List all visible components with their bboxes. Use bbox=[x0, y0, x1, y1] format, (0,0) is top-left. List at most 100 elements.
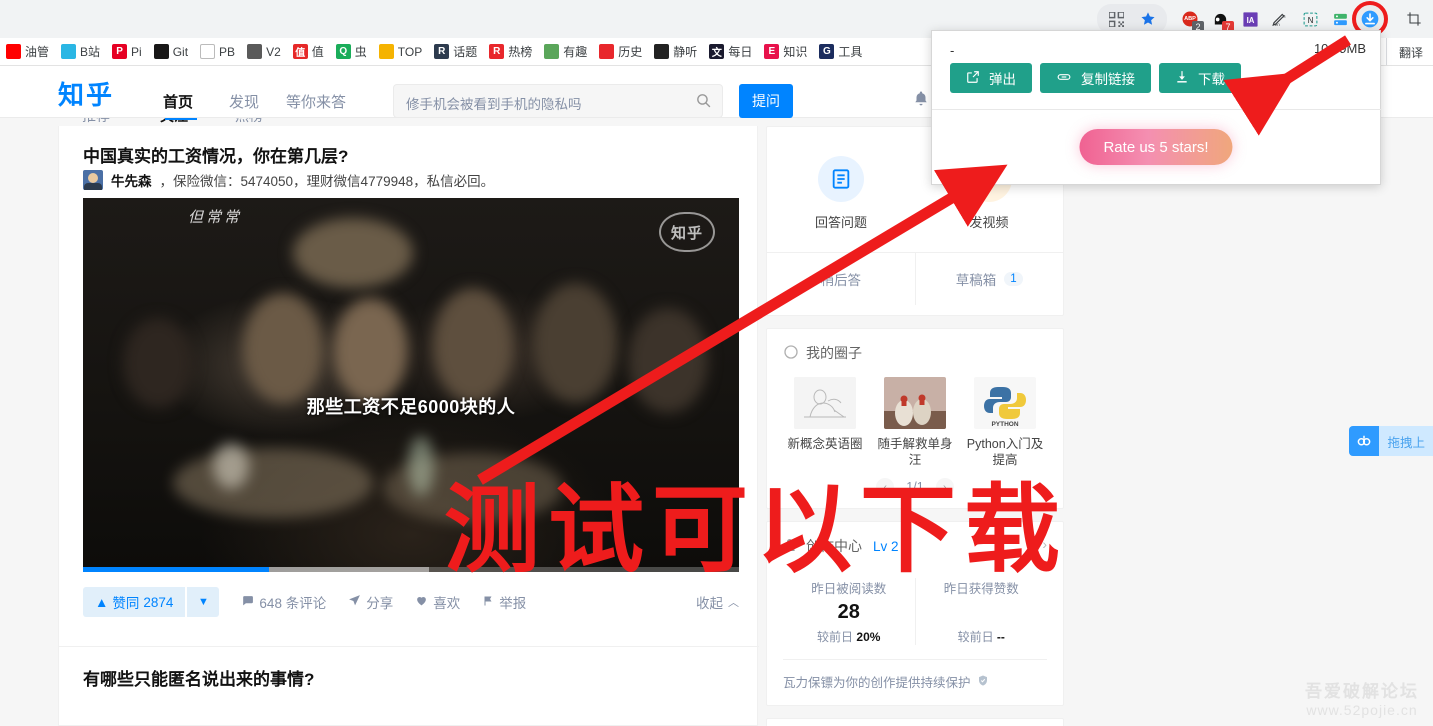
bookmark-youtube[interactable]: 油管 bbox=[0, 41, 55, 62]
search-input[interactable]: 修手机会被看到手机的隐私吗 bbox=[406, 93, 582, 113]
rss-topic-icon: R bbox=[434, 44, 450, 59]
extension-popup: - 10.89MB 弹出 复制链接 下载 Rate us 5 stars! bbox=[931, 30, 1382, 185]
feed-tab-recommend[interactable]: 推荐 bbox=[82, 118, 110, 126]
bookmark-label: PB bbox=[219, 44, 236, 59]
post-action-row: ▲ 赞同 2874 ▼ 648 条评论 分享 喜欢 举报 收起 ︿ bbox=[83, 586, 739, 618]
pop-out-label: 弹出 bbox=[989, 72, 1016, 87]
bell-icon[interactable] bbox=[912, 90, 930, 113]
feed-post-next: 有哪些只能匿名说出来的事情? bbox=[59, 646, 759, 708]
bookmark-label: TOP bbox=[397, 44, 423, 59]
circle-item[interactable]: 随手解救单身汪 bbox=[873, 377, 957, 468]
quick-links-card: Live 书店 圆桌 bbox=[766, 718, 1064, 726]
creator-stats: 昨日被阅读数 28 较前日 20% 昨日获得赞数 较前日 -- bbox=[783, 578, 1047, 660]
create-answer-item[interactable]: 回答问题 bbox=[791, 156, 891, 231]
screenshot-capture-icon[interactable] bbox=[1327, 6, 1353, 32]
chevron-right-icon[interactable]: › bbox=[1042, 536, 1047, 552]
tampermonkey-icon[interactable]: 7 bbox=[1207, 6, 1234, 33]
like-button[interactable]: 喜欢 bbox=[415, 592, 460, 612]
nav-item-answer[interactable]: 等你来答 bbox=[286, 91, 346, 112]
bookmark-bilibili[interactable]: B站 bbox=[55, 41, 106, 62]
bookmark-meiri[interactable]: 文每日 bbox=[703, 41, 758, 62]
share-button[interactable]: 分享 bbox=[348, 592, 393, 612]
stat-delta-prefix: 较前日 bbox=[957, 630, 994, 644]
creator-center-title: 创作中心 bbox=[806, 538, 862, 554]
bookmark-list: 油管 B站 P Pi Git PB V2 值值 Q 虫 TOP R 话题 R 热榜 有趣 历史 静听文每日 E 知识 G… bbox=[0, 41, 868, 62]
bookmark-youqu[interactable]: 有趣 bbox=[538, 41, 593, 62]
video-progress-bar[interactable] bbox=[83, 567, 739, 572]
crop-icon[interactable] bbox=[1401, 6, 1427, 32]
translate-pen-icon[interactable]: a en bbox=[1267, 6, 1293, 32]
nav-item-home[interactable]: 首页 bbox=[163, 91, 193, 112]
author-name[interactable]: 牛先森 bbox=[111, 170, 152, 190]
feed-tabs: 推荐 关注 热榜 bbox=[0, 118, 758, 126]
zhihu-logo[interactable]: 知乎 bbox=[58, 83, 114, 109]
qr-code-icon[interactable] bbox=[1103, 6, 1129, 32]
feed-tab-hot[interactable]: 热榜 bbox=[235, 118, 263, 126]
svg-text:N: N bbox=[1307, 16, 1313, 25]
ask-question-button[interactable]: 提问 bbox=[739, 84, 793, 118]
float-widget-label: 拖拽上 bbox=[1387, 435, 1425, 450]
circles-pager: ‹ 1/1 › bbox=[783, 478, 1047, 496]
draft-box-button[interactable]: 草稿箱 1 bbox=[916, 253, 1064, 305]
pop-out-button[interactable]: 弹出 bbox=[950, 63, 1032, 93]
upvote-button[interactable]: ▲ 赞同 2874 bbox=[83, 587, 186, 617]
bookmark-lishi[interactable]: 历史 bbox=[593, 41, 648, 62]
chevron-left-icon[interactable]: ‹ bbox=[876, 478, 895, 496]
baidu-cloud-icon[interactable] bbox=[1349, 426, 1380, 456]
avatar[interactable] bbox=[83, 170, 103, 190]
notion-clipper-icon[interactable]: N bbox=[1297, 6, 1323, 32]
translate-button[interactable]: 翻译 bbox=[1385, 38, 1423, 65]
video-progress-buffered bbox=[269, 567, 429, 572]
search-icon[interactable] bbox=[695, 92, 712, 112]
bookmark-label: B站 bbox=[80, 45, 101, 59]
rate-us-button[interactable]: Rate us 5 stars! bbox=[1079, 129, 1233, 165]
meiri-icon: 文 bbox=[709, 44, 725, 59]
nav-item-discover[interactable]: 发现 bbox=[229, 91, 259, 112]
bookmark-pastebin[interactable]: PB bbox=[194, 42, 241, 61]
circle-item[interactable]: 新概念英语圈 bbox=[783, 377, 867, 468]
bookmark-v2ex[interactable]: V2 bbox=[241, 42, 287, 61]
bookmark-label: 每日 bbox=[728, 45, 753, 59]
bookmark-jingting[interactable]: 静听 bbox=[648, 41, 703, 62]
bookmark-label: Pi bbox=[131, 44, 142, 59]
creator-center-card[interactable]: 创作中心 Lv 2 › 昨日被阅读数 28 较前日 20% 昨日获得赞数 较前日… bbox=[766, 521, 1064, 706]
bookmark-pinterest[interactable]: P Pi bbox=[106, 42, 148, 61]
report-button[interactable]: 举报 bbox=[482, 592, 526, 612]
shield-icon bbox=[977, 674, 989, 690]
internet-archive-icon[interactable]: IA bbox=[1237, 6, 1263, 32]
download-button[interactable]: 下载 bbox=[1159, 63, 1241, 93]
guard-text: 瓦力保镖为你的创作提供持续保护 bbox=[783, 676, 971, 690]
next-post-title[interactable]: 有哪些只能匿名说出来的事情? bbox=[83, 665, 735, 690]
stat-delta-value: -- bbox=[996, 630, 1005, 644]
search-box[interactable]: 修手机会被看到手机的隐私吗 bbox=[393, 84, 723, 118]
bookmark-star-icon[interactable] bbox=[1135, 6, 1161, 32]
youqu-icon bbox=[544, 44, 560, 59]
bookmark-rss-topic[interactable]: R 话题 bbox=[428, 41, 483, 62]
bookmark-github[interactable]: Git bbox=[148, 42, 194, 61]
stat-delta: 较前日 20% bbox=[783, 628, 915, 645]
bookmark-zhishi[interactable]: E 知识 bbox=[758, 41, 813, 62]
comment-button[interactable]: 648 条评论 bbox=[241, 592, 326, 612]
post-question-title[interactable]: 中国真实的工资情况，你在第几层? bbox=[83, 142, 348, 167]
bookmark-chongbuluo[interactable]: Q虫 bbox=[330, 41, 373, 62]
adblock-plus-icon[interactable]: ABP 2 bbox=[1177, 6, 1204, 33]
circle-name: Python入门及提高 bbox=[966, 437, 1044, 467]
bookmark-rebang[interactable]: R 热榜 bbox=[483, 41, 538, 62]
later-answer-button[interactable]: 稍后答 bbox=[767, 253, 916, 305]
bookmark-smzdm[interactable]: 值值 bbox=[287, 41, 330, 62]
copy-link-button[interactable]: 复制链接 bbox=[1040, 63, 1151, 93]
zhishi-icon: E bbox=[764, 44, 780, 59]
baidu-netdisk-float-widget[interactable]: 拖拽上 bbox=[1349, 426, 1433, 456]
create-video-label: 发视频 bbox=[969, 215, 1009, 230]
chevron-right-icon[interactable]: › bbox=[935, 478, 954, 496]
bookmark-gongju[interactable]: G 工具 bbox=[813, 41, 868, 62]
bookmark-label: 工具 bbox=[838, 45, 863, 59]
circle-item[interactable]: PYTHON Python入门及提高 bbox=[963, 377, 1047, 468]
upvote-count: 2874 bbox=[143, 594, 174, 610]
watermark-cn: 吾爱破解论坛 bbox=[1305, 682, 1419, 701]
video-downloader-icon[interactable] bbox=[1352, 1, 1388, 37]
post-video[interactable]: 但常常 知乎 那些工资不足6000块的人 bbox=[83, 198, 739, 572]
bookmark-top[interactable]: TOP bbox=[373, 42, 428, 61]
collapse-button[interactable]: 收起 ︿ bbox=[696, 592, 739, 612]
downvote-button[interactable]: ▼ bbox=[187, 587, 220, 617]
